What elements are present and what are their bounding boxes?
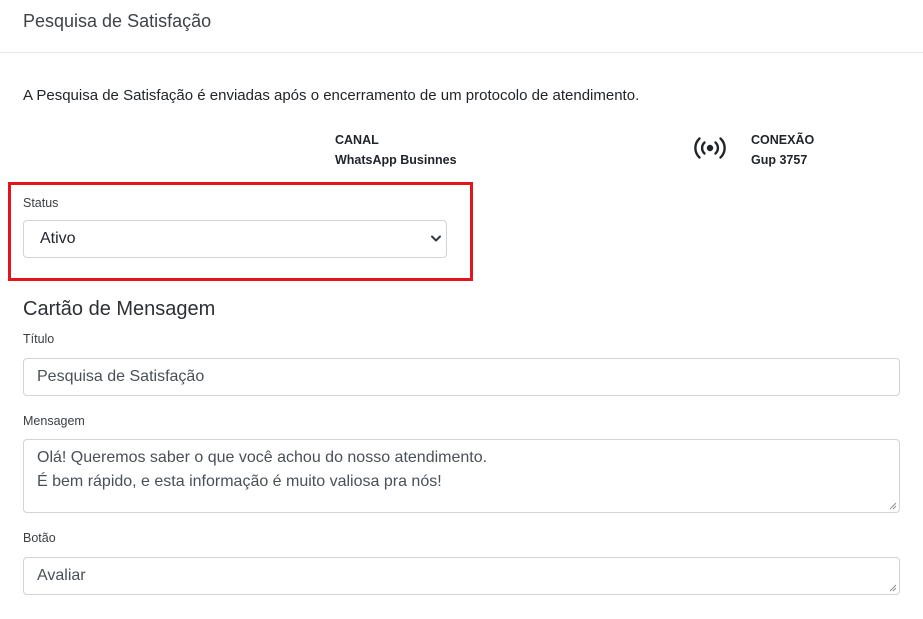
canal-label: CANAL	[335, 133, 379, 147]
broadcast-signal-icon	[694, 137, 726, 159]
resize-handle-icon[interactable]	[889, 502, 897, 510]
conexao-label: CONEXÃO	[751, 133, 815, 147]
mensagem-line: É bem rápido, e esta informação é muito …	[37, 473, 442, 490]
chevron-down-icon	[431, 235, 441, 242]
status-select-value: Ativo	[40, 230, 76, 247]
message-card-title: Cartão de Mensagem	[23, 298, 216, 320]
canal-value: WhatsApp Businnes	[335, 153, 457, 167]
mensagem-label: Mensagem	[23, 414, 85, 428]
botao-label: Botão	[23, 531, 56, 545]
conexao-info: CONEXÃO Gup 3757	[751, 130, 814, 170]
conexao-value: Gup 3757	[751, 153, 808, 167]
titulo-input[interactable]: Pesquisa de Satisfação	[23, 358, 900, 396]
titulo-label: Título	[23, 332, 55, 346]
titulo-input-value: Pesquisa de Satisfação	[37, 368, 205, 385]
canal-info: CANAL WhatsApp Businnes	[335, 130, 457, 170]
mensagem-line: Olá! Queremos saber o que você achou do …	[37, 449, 488, 466]
page-header: Pesquisa de Satisfação	[0, 0, 923, 53]
resize-handle-icon[interactable]	[889, 584, 897, 592]
status-label: Status	[23, 196, 59, 210]
intro-text: A Pesquisa de Satisfação é enviadas após…	[23, 87, 640, 104]
botao-input-value: Avaliar	[37, 567, 86, 584]
botao-textarea[interactable]: Avaliar	[23, 557, 900, 595]
page-title: Pesquisa de Satisfação	[23, 11, 212, 31]
status-select[interactable]: Ativo	[23, 220, 447, 258]
mensagem-textarea[interactable]: Olá! Queremos saber o que você achou do …	[23, 439, 900, 513]
